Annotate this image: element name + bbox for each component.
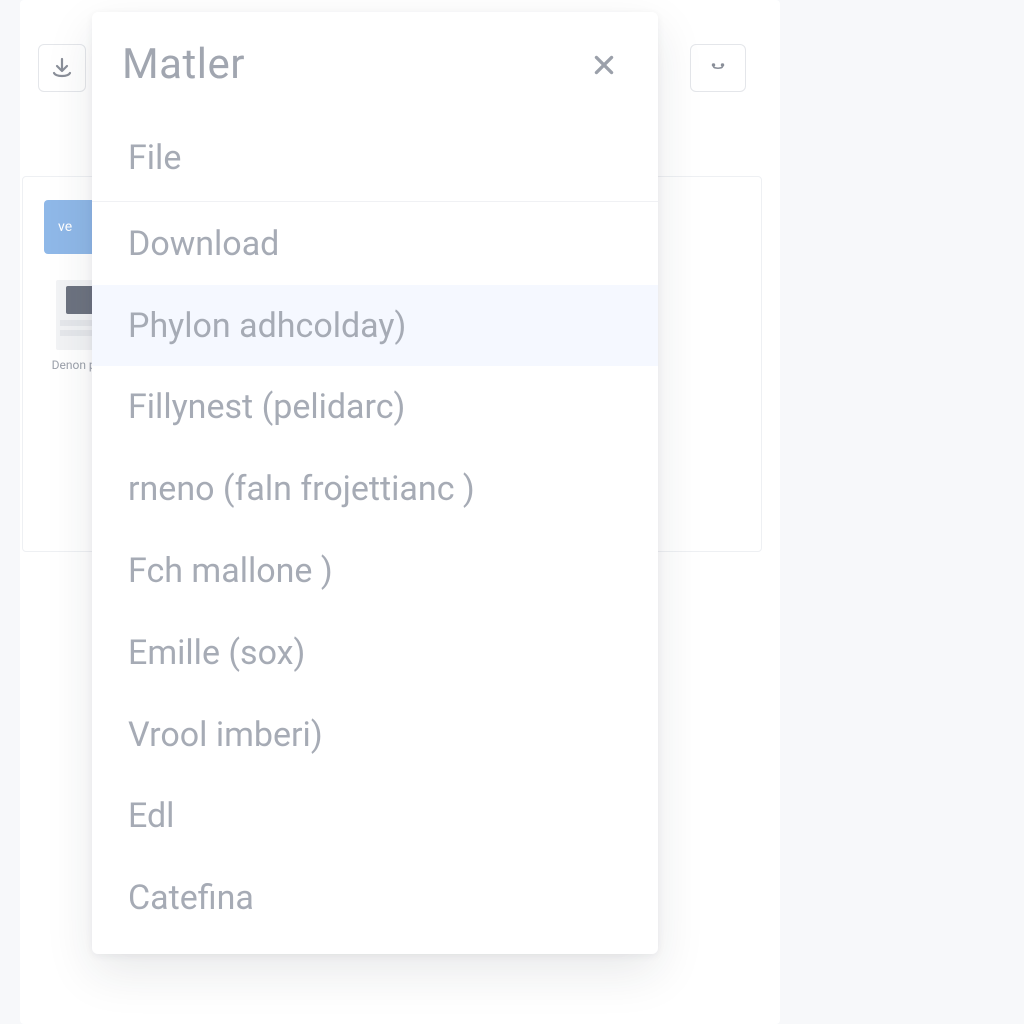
menu-item-fillynest[interactable]: Fillynest (pelidarc) <box>92 366 658 448</box>
menu-item-fch[interactable]: Fch mallone ) <box>92 530 658 612</box>
menu-item-label: File <box>128 138 181 178</box>
close-button[interactable] <box>584 45 624 85</box>
menu-item-label: Fillynest (pelidarc) <box>128 387 405 427</box>
menu-item-phylon[interactable]: Phylon adhcolday) <box>92 285 658 367</box>
primary-blue-button-label: ve <box>58 219 72 235</box>
menu-item-catefina[interactable]: Catefina <box>92 857 658 939</box>
menu-list: File Download Phylon adhcolday) Fillynes… <box>92 117 658 939</box>
menu-item-rneno[interactable]: rneno (faln frojettianc ) <box>92 448 658 530</box>
menu-item-edl[interactable]: Edl <box>92 775 658 857</box>
menu-item-label: rneno (faln frojettianc ) <box>128 469 475 509</box>
modal-title: Matler <box>122 40 245 89</box>
menu-item-label: Vrool imberi) <box>128 715 323 755</box>
menu-item-emille[interactable]: Emille (sox) <box>92 612 658 694</box>
menu-item-label: Emille (sox) <box>128 633 305 673</box>
menu-item-vrool[interactable]: Vrool imberi) <box>92 694 658 776</box>
toolbar-secondary-button[interactable] <box>690 44 746 92</box>
menu-item-label: Catefina <box>128 878 254 918</box>
modal-header: Matler <box>92 30 658 117</box>
menu-item-label: Edl <box>128 796 174 836</box>
menu-item-download[interactable]: Download <box>92 201 658 285</box>
toolbar <box>38 44 86 92</box>
menu-item-label: Phylon adhcolday) <box>128 306 406 346</box>
dropdown-modal: Matler File Download Phylon adhcolday) F… <box>92 12 658 954</box>
menu-item-label: Fch mallone ) <box>128 551 333 591</box>
menu-item-label: Download <box>128 224 279 264</box>
menu-item-file[interactable]: File <box>92 117 658 199</box>
download-button[interactable] <box>38 44 86 92</box>
close-icon <box>591 52 617 78</box>
